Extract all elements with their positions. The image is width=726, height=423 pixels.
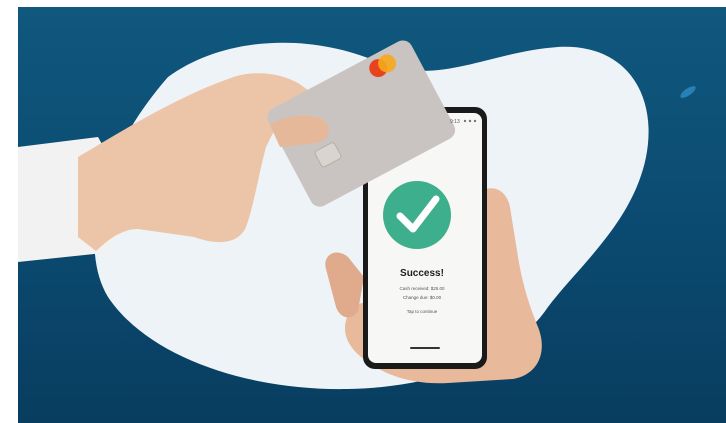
phone-status-time: 9:13 xyxy=(450,119,460,125)
success-title: Success! xyxy=(400,268,444,279)
illustration-frame: 9:13 Success! Cash received: $25.00 Chan… xyxy=(18,7,726,423)
payment-scene xyxy=(18,40,696,390)
check-icon xyxy=(383,181,451,249)
tap-to-continue-text[interactable]: Tap to continue xyxy=(366,309,478,314)
change-due-text: Change due: $0.00 xyxy=(402,295,442,300)
cash-received-text: Cash received: $25.00 xyxy=(399,286,445,291)
accent-leaf xyxy=(680,86,696,98)
